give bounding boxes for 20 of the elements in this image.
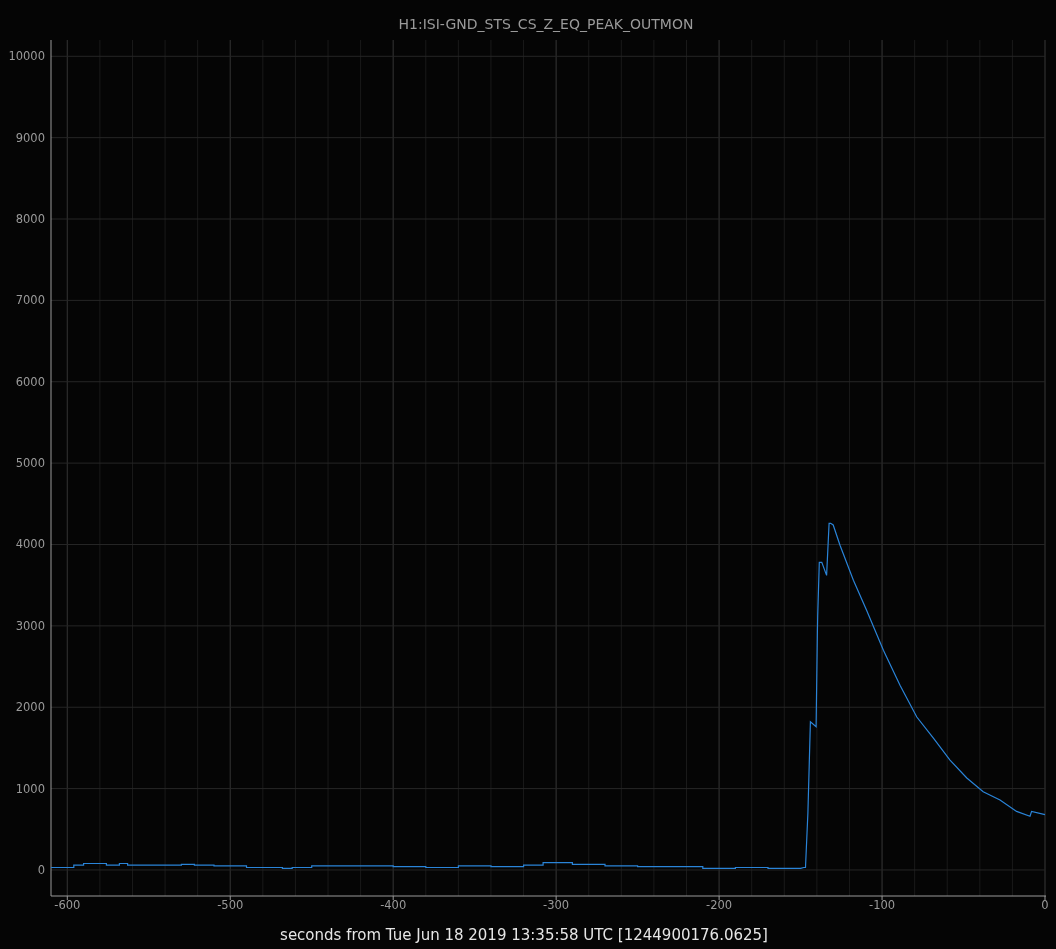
tick-label: 1000 <box>15 781 45 796</box>
tick-label: 4000 <box>15 537 45 552</box>
tick-label: 2000 <box>15 700 45 715</box>
tick-label: 10000 <box>8 49 45 64</box>
tick-label: 5000 <box>15 456 45 471</box>
tick-label: 9000 <box>15 130 45 145</box>
tick-label: -400 <box>380 898 407 912</box>
tick-label: -500 <box>217 898 244 912</box>
tick-label: 0 <box>1041 898 1049 912</box>
axis-label: seconds from Tue Jun 18 2019 13:35:58 UTC [1244900176.0625] <box>280 926 768 944</box>
tick-label: -300 <box>543 898 570 912</box>
tick-label: 8000 <box>15 212 45 226</box>
tick-label: 0 <box>37 862 45 877</box>
tick-label: -200 <box>706 898 733 912</box>
tick-label: -100 <box>869 898 896 912</box>
tick-label: 3000 <box>15 618 45 633</box>
tick-label: 6000 <box>15 374 45 389</box>
tick-label: -600 <box>54 898 81 912</box>
chart-title: H1:ISI-GND_STS_CS_Z_EQ_PEAK_OUTMON <box>398 16 694 32</box>
tick-label: 7000 <box>15 293 45 308</box>
